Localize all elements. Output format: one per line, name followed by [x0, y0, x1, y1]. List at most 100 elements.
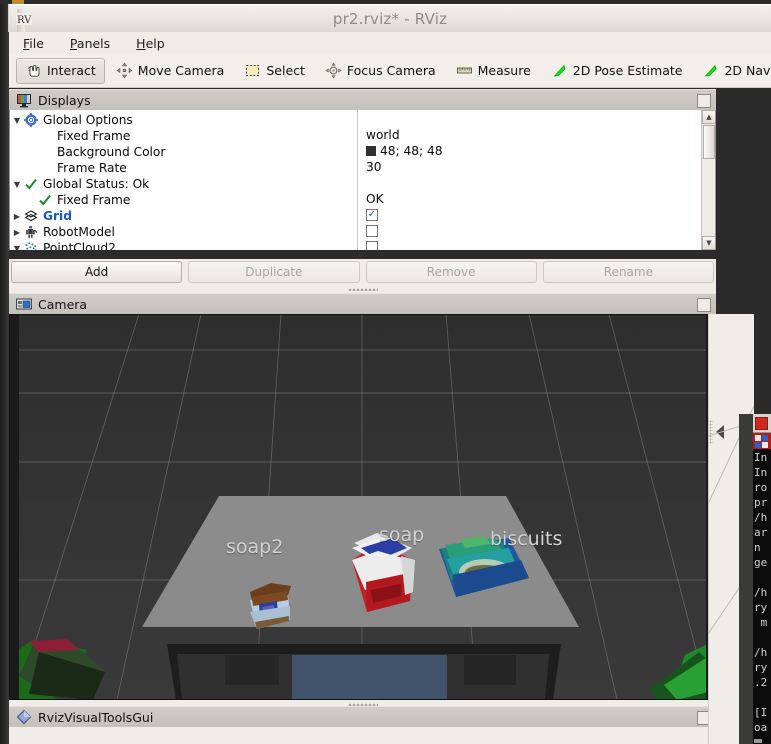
- tree-icon-none: [38, 161, 54, 175]
- displays-tree-row-label: PointCloud2: [43, 241, 116, 250]
- displays-tree-row[interactable]: ▶ Grid ✓: [10, 208, 703, 224]
- remove-button[interactable]: Remove: [365, 261, 537, 283]
- terminal-line: n: [754, 541, 761, 554]
- menu-panels[interactable]: Panels: [68, 35, 112, 52]
- tree-expander-down-icon[interactable]: ▼: [10, 244, 24, 251]
- scene-label-soap2: soap2: [226, 536, 284, 558]
- rviz-visual-tools-title: RvizVisualToolsGui: [38, 709, 154, 725]
- tool-bar: Interact Move Camera Select Focus Camera…: [9, 54, 771, 88]
- displays-tree-row[interactable]: ▼ PointCloud2: [10, 240, 703, 250]
- terminal-output: In In ro pr/h ar n ge /h ry m /h ry .2 [I oa: [753, 450, 771, 744]
- displays-button-row: Add Duplicate Remove Rename: [9, 259, 716, 285]
- tool-measure[interactable]: Measure: [447, 58, 540, 84]
- terminal-tab-icon: [755, 435, 761, 441]
- displays-tree-row[interactable]: Fixed Frame OK: [10, 192, 703, 208]
- hand-cursor-icon: [25, 62, 42, 79]
- camera-viewport-3d[interactable]: soap2 soap biscuits: [9, 314, 716, 700]
- title-bar: RV pr2.rviz* - RViz: [8, 4, 771, 37]
- tree-icon-none: [38, 129, 54, 143]
- svg-text:RV: RV: [17, 15, 32, 26]
- tree-expander-down-icon[interactable]: ▼: [10, 116, 24, 125]
- color-value-text: 48; 48; 48: [380, 144, 443, 158]
- desktop-background-right: [716, 89, 771, 314]
- tool-2d-nav-goal[interactable]: 2D Nav Goal: [693, 58, 771, 84]
- displays-scrollbar[interactable]: ▲ ▼: [701, 110, 715, 250]
- camera-float-button[interactable]: [697, 298, 711, 312]
- tool-label: 2D Pose Estimate: [572, 63, 683, 78]
- displays-row-checkbox[interactable]: [366, 225, 378, 237]
- menu-help[interactable]: Help: [134, 35, 167, 52]
- camera-icon: [16, 296, 32, 312]
- window-left-edge: [0, 4, 9, 744]
- displays-tree-row[interactable]: ▶ RobotModel: [10, 224, 703, 240]
- rviz-logo-icon: RV: [15, 10, 33, 28]
- scroll-up-arrow[interactable]: ▲: [702, 110, 715, 124]
- focus-target-icon: [325, 62, 342, 79]
- tool-label: Select: [266, 63, 305, 78]
- terminal-line: pr: [754, 496, 768, 509]
- terminal-window[interactable]: In In ro pr/h ar n ge /h ry m /h ry .2 [I oa: [753, 414, 771, 744]
- panel-splitter-top[interactable]: [9, 285, 716, 293]
- tool-2d-pose-estimate[interactable]: 2D Pose Estimate: [542, 58, 692, 84]
- scene-label-biscuits: biscuits: [490, 528, 563, 550]
- terminal-line: /h: [754, 511, 768, 524]
- terminal-toolbar: [753, 414, 771, 433]
- pointcloud-icon: [24, 241, 40, 250]
- tree-expander-down-icon[interactable]: ▼: [10, 180, 24, 189]
- color-swatch: [366, 146, 376, 156]
- displays-tree-row[interactable]: Frame Rate 30: [10, 160, 703, 176]
- ruler-icon: [456, 62, 473, 79]
- displays-tree-row-label: Fixed Frame: [57, 129, 131, 143]
- displays-row-value[interactable]: OK: [366, 192, 384, 206]
- tool-move-camera[interactable]: Move Camera: [107, 58, 234, 84]
- selection-box-icon: [244, 62, 261, 79]
- add-button[interactable]: Add: [11, 261, 183, 283]
- terminal-line: [I: [754, 706, 768, 719]
- scene-label-soap: soap: [379, 524, 425, 546]
- tool-select[interactable]: Select: [235, 58, 314, 84]
- displays-row-value[interactable]: 48; 48; 48: [366, 144, 443, 158]
- displays-row-value[interactable]: 30: [366, 160, 382, 174]
- tool-label: 2D Nav Goal: [724, 63, 771, 78]
- terminal-line: In: [754, 451, 768, 464]
- displays-tree-row-label: RobotModel: [43, 225, 115, 239]
- terminal-line: ry: [754, 601, 768, 614]
- move-arrows-icon: [116, 62, 133, 79]
- displays-tree-row[interactable]: Fixed Frame world: [10, 128, 703, 144]
- displays-tree-row-label: Global Status: Ok: [43, 177, 150, 191]
- terminal-line: ge: [754, 556, 768, 569]
- tool-interact[interactable]: Interact: [16, 57, 105, 84]
- duplicate-button[interactable]: Duplicate: [188, 261, 360, 283]
- grid-icon: [24, 209, 40, 223]
- check-icon: [38, 193, 54, 207]
- scroll-down-arrow[interactable]: ▼: [702, 236, 715, 250]
- tool-focus-camera[interactable]: Focus Camera: [316, 58, 445, 84]
- displays-tree-row-label: Fixed Frame: [57, 193, 131, 207]
- displays-tree-row[interactable]: ▼ Global Options: [10, 112, 703, 128]
- displays-tree-row-label: Background Color: [57, 145, 166, 159]
- displays-tree-row-label: Frame Rate: [57, 161, 127, 175]
- tree-expander-right-icon[interactable]: ▶: [10, 212, 24, 221]
- displays-row-value[interactable]: world: [366, 128, 400, 142]
- displays-float-button[interactable]: [697, 94, 711, 108]
- scrollbar-thumb[interactable]: [703, 125, 715, 159]
- scene-render: [9, 314, 716, 700]
- displays-tree-row[interactable]: Background Color 48; 48; 48: [10, 144, 703, 160]
- terminal-line: /h: [754, 586, 768, 599]
- rename-button[interactable]: Rename: [542, 261, 714, 283]
- gear-icon: [24, 113, 40, 127]
- displays-row-checkbox[interactable]: ✓: [366, 209, 378, 221]
- displays-tree-row[interactable]: ▼ Global Status: Ok: [10, 176, 703, 192]
- displays-row-checkbox[interactable]: [366, 241, 378, 250]
- camera-panel-title: Camera: [38, 296, 88, 312]
- terminal-tab-bar[interactable]: [753, 433, 771, 449]
- terminal-line: ry: [754, 661, 768, 674]
- tool-label: Move Camera: [137, 63, 225, 78]
- displays-tree[interactable]: ▼ Global Options Fixed Frame world Backgroun…: [9, 110, 716, 250]
- menu-file[interactable]: FFileile: [21, 35, 46, 52]
- tree-expander-right-icon[interactable]: ▶: [10, 228, 24, 237]
- displays-tree-row-label: Global Options: [43, 113, 133, 127]
- tool-label: Focus Camera: [346, 63, 436, 78]
